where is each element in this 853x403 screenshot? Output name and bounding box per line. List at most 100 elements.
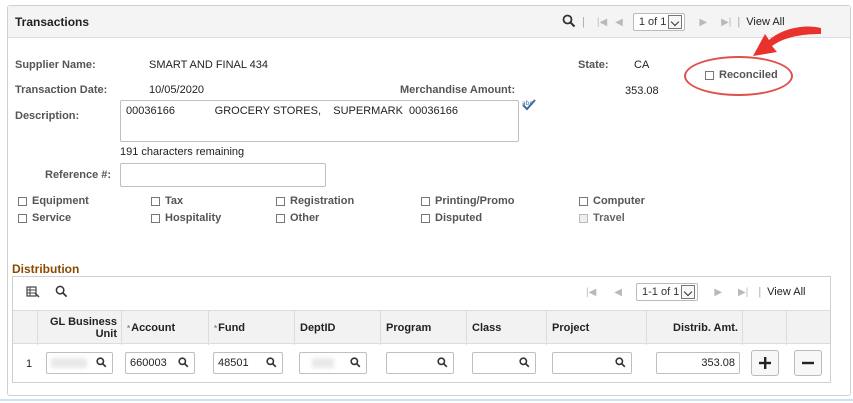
col-add — [743, 311, 787, 345]
grid-personalize-icon[interactable] — [26, 286, 40, 301]
project-input[interactable] — [552, 352, 632, 374]
col-label: Class — [472, 322, 502, 334]
delete-row-button[interactable] — [794, 350, 822, 376]
checkbox-box[interactable] — [151, 196, 160, 206]
pager-select[interactable]: 1 of 1 — [632, 13, 686, 31]
search-icon[interactable] — [562, 14, 576, 31]
checkbox-box[interactable] — [18, 213, 27, 223]
grid-toolbar: |◀ ◀ 1-1 of 1 ▶ ▶| | View All — [13, 277, 830, 309]
distribution-grid: |◀ ◀ 1-1 of 1 ▶ ▶| | View All GL Busines… — [12, 276, 831, 383]
merchandise-amount-label: Merchandise Amount: — [400, 84, 516, 96]
distribution-title: Distribution — [12, 262, 80, 276]
lookup-icon[interactable] — [266, 357, 277, 371]
fund-value: 48501 — [218, 357, 249, 369]
disputed-checkbox[interactable]: Disputed — [421, 212, 482, 224]
col-label: Unit — [95, 328, 117, 340]
hospitality-checkbox[interactable]: Hospitality — [151, 212, 221, 224]
next-page-icon[interactable]: ▶ — [714, 287, 722, 298]
reconciled-highlight-ellipse — [684, 56, 793, 96]
checkbox-box[interactable] — [421, 196, 430, 206]
checkbox-label: Hospitality — [165, 212, 222, 224]
checkbox-label: Registration — [290, 195, 355, 207]
checkbox-box[interactable] — [276, 196, 285, 206]
lookup-icon[interactable] — [178, 357, 189, 371]
fund-input[interactable]: 48501 — [213, 352, 283, 374]
lookup-icon[interactable] — [350, 357, 361, 371]
checkbox-box[interactable] — [421, 213, 430, 223]
lookup-icon[interactable] — [96, 357, 107, 371]
characters-remaining: 191 characters remaining — [120, 146, 245, 158]
reference-label: Reference #: — [45, 169, 112, 181]
checkbox-label: Disputed — [435, 212, 483, 224]
deptid-input[interactable] — [299, 352, 367, 374]
grid-pager-select[interactable]: 1-1 of 1 — [636, 283, 699, 301]
pager-text: 1 of 1 — [638, 16, 667, 28]
annotation-arrow-icon — [753, 26, 821, 56]
required-marker: * — [127, 323, 131, 333]
registration-checkbox[interactable]: Registration — [276, 195, 354, 207]
col-distrib-amt: Distrib. Amt. — [647, 311, 743, 345]
distrib-amt-input[interactable]: 353.08 — [656, 352, 740, 374]
grid-pager-text: 1-1 of 1 — [642, 286, 680, 298]
prev-page-icon[interactable]: ◀ — [614, 287, 622, 298]
separator: | — [737, 16, 741, 28]
checkbox-label: Tax — [165, 195, 184, 207]
checkbox-box[interactable] — [151, 213, 160, 223]
reference-input[interactable] — [120, 163, 326, 187]
prev-page-icon[interactable]: ◀ — [615, 17, 623, 28]
separator: | — [582, 16, 585, 28]
search-icon[interactable] — [55, 285, 68, 301]
supplier-name-value: SMART AND FINAL 434 — [149, 59, 269, 71]
col-label: Project — [552, 322, 590, 334]
merchandise-amount-value: 353.08 — [625, 85, 659, 97]
description-textarea[interactable]: 00036166 GROCERY STORES, SUPERMARK 00036… — [120, 100, 519, 142]
checkbox-box-disabled — [579, 213, 588, 223]
gl-business-unit-input[interactable] — [46, 352, 113, 374]
svg-text:abc: abc — [522, 100, 533, 107]
other-checkbox[interactable]: Other — [276, 212, 319, 224]
checkbox-box[interactable] — [579, 196, 588, 206]
account-input[interactable]: 660003 — [125, 352, 195, 374]
grid-nav: |◀ ◀ 1-1 of 1 ▶ ▶| | View All — [586, 283, 806, 301]
transaction-date-label: Transaction Date: — [15, 84, 108, 96]
row-number: 1 — [26, 358, 33, 370]
checkbox-label: Travel — [593, 212, 625, 224]
first-page-icon[interactable]: |◀ — [586, 287, 596, 298]
printing-promo-checkbox[interactable]: Printing/Promo — [421, 195, 514, 207]
last-page-icon[interactable]: ▶| — [721, 17, 731, 28]
col-gl-business-unit: GL Business Unit — [38, 311, 122, 345]
first-page-icon[interactable]: |◀ — [597, 17, 607, 28]
tax-checkbox[interactable]: Tax — [151, 195, 183, 207]
col-label: Fund — [218, 322, 246, 334]
computer-checkbox[interactable]: Computer — [579, 195, 645, 207]
minus-icon — [802, 361, 814, 365]
add-row-button[interactable] — [751, 350, 779, 376]
transaction-date-value: 10/05/2020 — [149, 84, 205, 96]
state-label: State: — [578, 59, 609, 71]
distrib-amt-value: 353.08 — [701, 357, 735, 369]
program-input[interactable] — [386, 352, 454, 374]
grid-view-all-link[interactable]: View All — [767, 286, 805, 298]
row-num-header — [13, 311, 38, 345]
plus-icon — [759, 357, 771, 369]
checkbox-label: Service — [32, 212, 72, 224]
panel-title: Transactions — [15, 15, 90, 29]
col-class: Class — [467, 311, 547, 345]
lookup-icon[interactable] — [437, 357, 448, 371]
redacted-value — [312, 358, 334, 368]
spellcheck-icon[interactable]: abc — [522, 99, 536, 114]
last-page-icon[interactable]: ▶| — [738, 287, 748, 298]
lookup-icon[interactable] — [615, 357, 626, 371]
col-fund: * Fund — [209, 311, 295, 345]
footer-divider — [0, 399, 853, 401]
state-value: CA — [634, 59, 650, 71]
checkbox-label: Computer — [593, 195, 645, 207]
service-checkbox[interactable]: Service — [18, 212, 71, 224]
checkbox-box[interactable] — [276, 213, 285, 223]
next-page-icon[interactable]: ▶ — [699, 17, 707, 28]
equipment-checkbox[interactable]: Equipment — [18, 195, 89, 207]
lookup-icon[interactable] — [519, 357, 530, 371]
checkbox-box[interactable] — [18, 196, 27, 206]
col-account: * Account — [122, 311, 209, 345]
class-input[interactable] — [472, 352, 536, 374]
